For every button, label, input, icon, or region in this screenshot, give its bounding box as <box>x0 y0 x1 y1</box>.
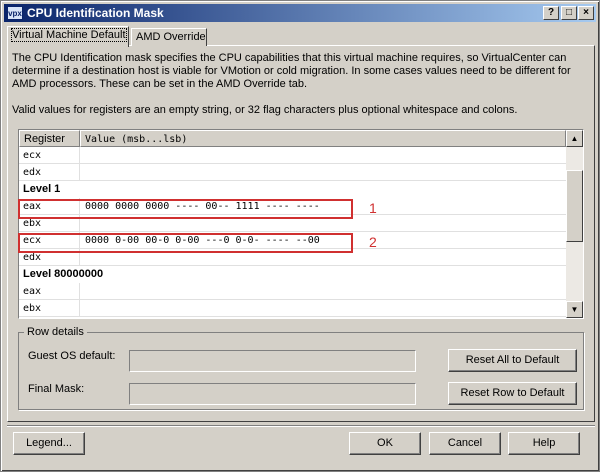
guest-os-default-label: Guest OS default: <box>28 350 116 362</box>
tab-virtual-machine-default[interactable]: Virtual Machine Default <box>7 26 129 47</box>
grid-header: Register Value (msb...lsb) <box>19 130 566 147</box>
level-label: Level 1 <box>23 183 61 195</box>
cancel-button[interactable]: Cancel <box>429 432 501 455</box>
title-bar[interactable]: vpx CPU Identification Mask ? □ × <box>4 4 596 22</box>
level-label: Level 80000000 <box>23 268 104 280</box>
level-heading: Level 80000000 <box>19 266 566 283</box>
register-name: ebx <box>23 218 42 229</box>
dialog-window: vpx CPU Identification Mask ? □ × Virtua… <box>0 0 600 472</box>
close-icon[interactable]: × <box>578 6 594 20</box>
tab-label: Virtual Machine Default <box>11 28 127 42</box>
row-details-label: Row details <box>24 326 87 338</box>
help-title-button[interactable]: ? <box>543 6 559 20</box>
register-name: edx <box>23 252 42 263</box>
table-row[interactable]: ecx <box>19 147 566 164</box>
ok-button[interactable]: OK <box>349 432 421 455</box>
table-row[interactable]: edx <box>19 164 566 181</box>
annotation-number-2: 2 <box>369 234 377 250</box>
grid-rows: ecx edx Level 1 eax 0000 0000 0000 ---- … <box>19 147 566 317</box>
grid-scrollbar[interactable]: ▲ ▼ <box>566 130 583 318</box>
description-text: The CPU Identification mask specifies th… <box>12 52 571 90</box>
help-button[interactable]: Help <box>508 432 580 455</box>
level-heading: Level 1 <box>19 181 566 198</box>
annotation-number-1: 1 <box>369 200 377 216</box>
register-name: eax <box>23 286 42 297</box>
annotation-box-1 <box>18 199 353 219</box>
tab-label: AMD Override <box>136 31 206 43</box>
valid-values-text: Valid values for registers are an empty … <box>12 104 518 116</box>
final-mask-field[interactable] <box>129 383 416 405</box>
register-name: ebx <box>23 303 42 314</box>
tab-amd-override[interactable]: AMD Override <box>131 28 207 46</box>
table-row[interactable]: eax <box>19 283 566 300</box>
register-name: ecx <box>23 150 42 161</box>
legend-button[interactable]: Legend... <box>13 432 85 455</box>
column-header-value[interactable]: Value (msb...lsb) <box>80 130 566 147</box>
scrollbar-thumb[interactable] <box>566 170 583 242</box>
register-name: edx <box>23 167 42 178</box>
window-title: CPU Identification Mask <box>27 6 164 20</box>
scroll-up-icon[interactable]: ▲ <box>566 130 583 147</box>
register-grid[interactable]: Register Value (msb...lsb) ecx edx Level… <box>18 129 584 319</box>
annotation-box-2 <box>18 233 353 253</box>
guest-os-default-field[interactable] <box>129 350 416 372</box>
scroll-down-icon[interactable]: ▼ <box>566 301 583 318</box>
final-mask-label: Final Mask: <box>28 383 85 395</box>
column-header-register[interactable]: Register <box>19 130 80 147</box>
footer-separator <box>7 425 595 427</box>
vpx-app-icon: vpx <box>7 6 23 20</box>
maximize-icon[interactable]: □ <box>561 6 577 20</box>
reset-all-button[interactable]: Reset All to Default <box>448 349 577 372</box>
reset-row-button[interactable]: Reset Row to Default <box>448 382 577 405</box>
table-row[interactable]: ebx <box>19 300 566 317</box>
